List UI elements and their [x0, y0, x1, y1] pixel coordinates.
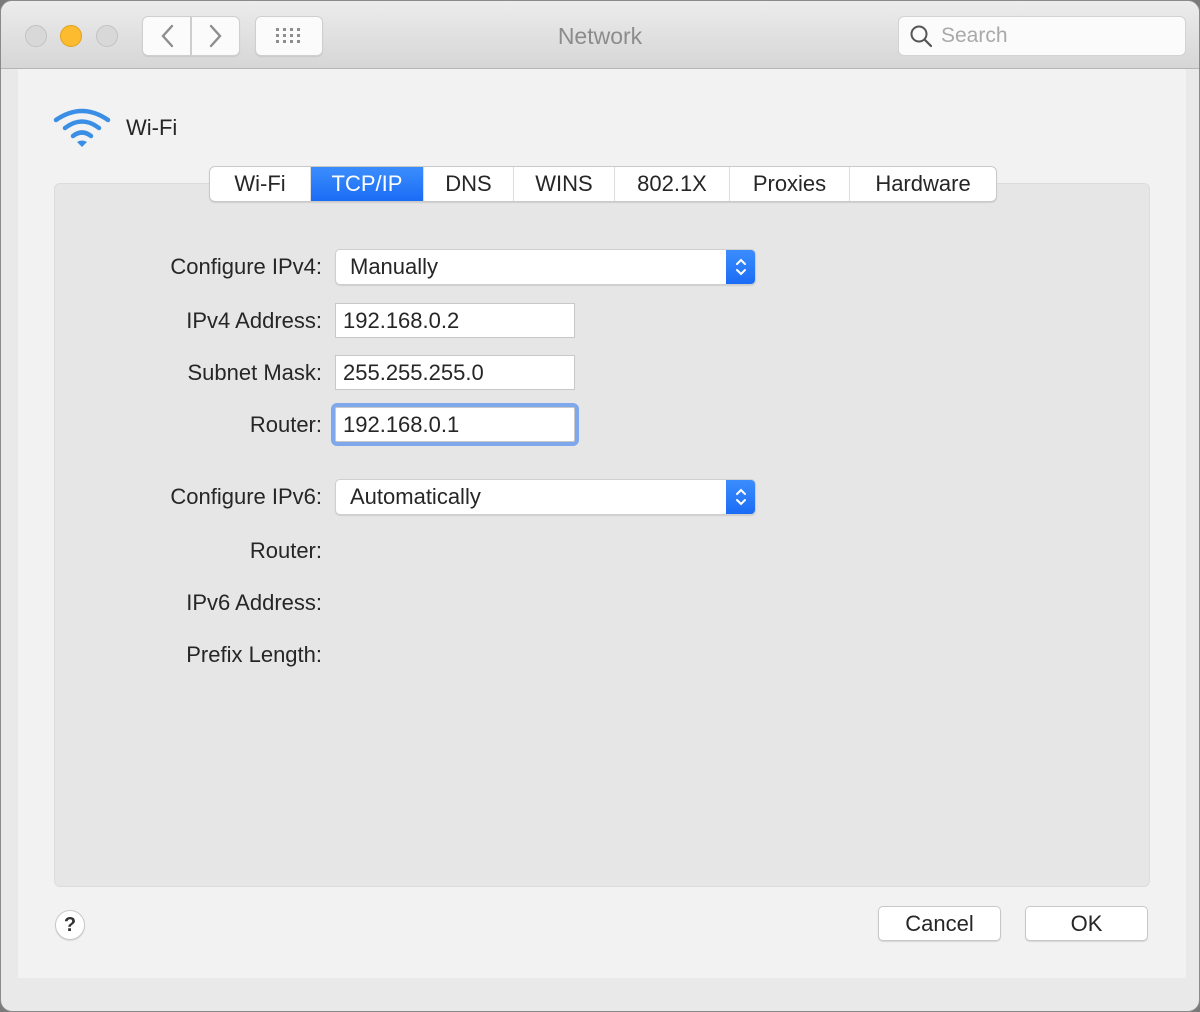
- tab-dns[interactable]: DNS: [424, 167, 514, 201]
- cancel-button[interactable]: Cancel: [878, 906, 1001, 941]
- tab-proxies[interactable]: Proxies: [730, 167, 850, 201]
- configure-ipv4-value: Manually: [350, 254, 439, 279]
- help-button[interactable]: ?: [55, 910, 85, 940]
- tcpip-sheet: Wi-Fi Wi-Fi TCP/IP DNS WINS 802.1X Proxi…: [18, 69, 1186, 978]
- ipv6-router-label: Router:: [249, 538, 322, 563]
- subnet-mask-field[interactable]: 255.255.255.0: [335, 355, 575, 390]
- ok-button[interactable]: OK: [1025, 906, 1148, 941]
- configure-ipv4-popup[interactable]: Manually: [335, 249, 756, 285]
- tab-wifi[interactable]: Wi-Fi: [210, 167, 311, 201]
- interface-name: Wi-Fi: [126, 115, 178, 140]
- tab-wins[interactable]: WINS: [514, 167, 615, 201]
- search-field[interactable]: Search: [898, 16, 1186, 56]
- search-icon: [910, 25, 933, 48]
- tab-8021x[interactable]: 802.1X: [615, 167, 730, 201]
- tab-content-panel: [54, 183, 1150, 887]
- popup-arrows-icon: [726, 480, 755, 514]
- title-bar: Network Search: [1, 1, 1199, 69]
- configure-ipv6-value: Automatically: [350, 484, 481, 509]
- router-label: Router:: [249, 412, 322, 437]
- tab-hardware[interactable]: Hardware: [850, 167, 996, 201]
- tab-tcpip[interactable]: TCP/IP: [311, 167, 424, 201]
- popup-arrows-icon: [726, 250, 755, 284]
- router-field[interactable]: 192.168.0.1: [331, 403, 579, 446]
- prefix-length-label: Prefix Length:: [186, 642, 322, 667]
- ipv4-address-label: IPv4 Address:: [186, 308, 322, 333]
- search-placeholder: Search: [941, 24, 1008, 47]
- tab-bar: Wi-Fi TCP/IP DNS WINS 802.1X Proxies Har…: [209, 166, 997, 202]
- network-window: Network Search Wi-Fi Wi-Fi TCP/IP DNS WI…: [0, 0, 1200, 1012]
- configure-ipv4-label: Configure IPv4:: [170, 254, 322, 279]
- wifi-icon: [53, 108, 111, 147]
- ipv6-address-label: IPv6 Address:: [186, 590, 322, 615]
- ipv4-address-field[interactable]: 192.168.0.2: [335, 303, 575, 338]
- configure-ipv6-popup[interactable]: Automatically: [335, 479, 756, 515]
- interface-header: Wi-Fi: [52, 106, 177, 150]
- configure-ipv6-label: Configure IPv6:: [170, 484, 322, 509]
- subnet-mask-label: Subnet Mask:: [187, 360, 322, 385]
